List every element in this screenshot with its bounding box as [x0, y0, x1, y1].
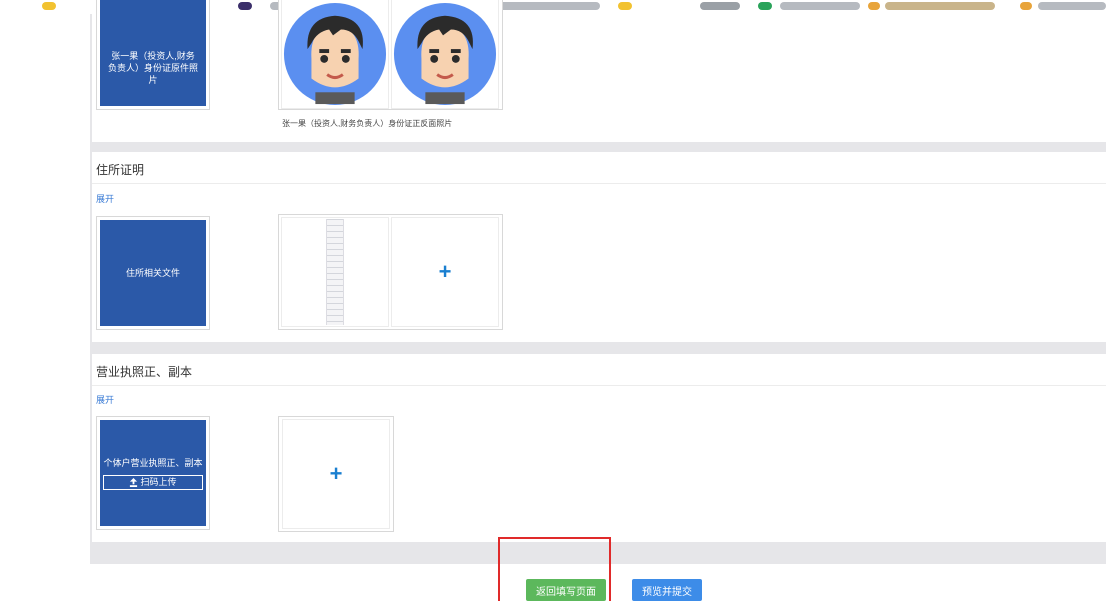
- license-sample-label: 个体户营业执照正、副本: [103, 457, 203, 468]
- bookmark-item[interactable]: [780, 2, 860, 10]
- license-divider: [92, 385, 1106, 386]
- license-sample-image: 个体户营业执照正、副本 扫码上传: [100, 420, 206, 526]
- identity-photo-caption: 张一果（投资人,财务负责人）身份证正反面照片: [282, 119, 453, 128]
- residence-section-title: 住所证明: [96, 163, 145, 177]
- preview-submit-button[interactable]: 预览并提交: [632, 579, 702, 601]
- identity-sample-card: 张一果（投资人,财务负责人）身份证原件照片: [96, 0, 210, 110]
- residence-upload-box[interactable]: +: [278, 214, 503, 330]
- identity-panel: 张一果（投资人,财务负责人）身份证原件照片 张一果（投资人,财务负责人）身份证正…: [92, 0, 1106, 142]
- bookmark-item[interactable]: [238, 2, 252, 10]
- scan-upload-button[interactable]: 扫码上传: [103, 474, 203, 490]
- residence-add-slot[interactable]: +: [391, 217, 499, 327]
- identity-sample-image: 张一果（投资人,财务负责人）身份证原件照片: [100, 0, 206, 106]
- residence-sample-card: 住所相关文件: [96, 216, 210, 330]
- avatar-icon: [283, 2, 387, 106]
- residence-sample-label: 住所相关文件: [125, 268, 180, 278]
- avatar-icon: [393, 2, 497, 106]
- residence-divider: [92, 183, 1106, 184]
- license-add-slot[interactable]: +: [282, 419, 390, 529]
- identity-photo-front[interactable]: [281, 0, 389, 109]
- bookmark-item[interactable]: [700, 2, 740, 10]
- bookmark-item[interactable]: [885, 2, 995, 10]
- license-upload-box[interactable]: +: [278, 416, 394, 532]
- bookmark-item[interactable]: [1038, 2, 1106, 10]
- document-thumbnail-icon: [326, 219, 344, 325]
- license-expand-link[interactable]: 展开: [96, 393, 114, 406]
- residence-sample-image: 住所相关文件: [100, 220, 206, 326]
- license-section-title: 营业执照正、副本: [96, 365, 193, 379]
- residence-panel: 住所证明 展开 住所相关文件 +: [92, 152, 1106, 342]
- residence-expand-link[interactable]: 展开: [96, 192, 114, 205]
- scan-upload-label: 扫码上传: [140, 476, 177, 487]
- bookmark-item[interactable]: [42, 2, 56, 10]
- plus-icon: +: [329, 461, 343, 486]
- identity-photo-back[interactable]: [391, 0, 499, 109]
- identity-sample-label: 张一果（投资人,财务负责人）身份证原件照片: [108, 51, 199, 85]
- license-sample-card: 个体户营业执照正、副本 扫码上传: [96, 416, 210, 530]
- annotation-highlight-box: [498, 537, 611, 601]
- bookmark-item[interactable]: [1020, 2, 1032, 10]
- identity-upload-box[interactable]: [278, 0, 503, 110]
- license-panel: 营业执照正、副本 展开 个体户营业执照正、副本 扫码上传 +: [92, 354, 1106, 542]
- plus-icon: +: [438, 259, 452, 284]
- bookmark-item[interactable]: [758, 2, 772, 10]
- bookmark-item[interactable]: [618, 2, 632, 10]
- residence-uploaded-thumbnail[interactable]: [281, 217, 389, 327]
- upload-icon: [130, 477, 138, 487]
- bookmark-item[interactable]: [868, 2, 880, 10]
